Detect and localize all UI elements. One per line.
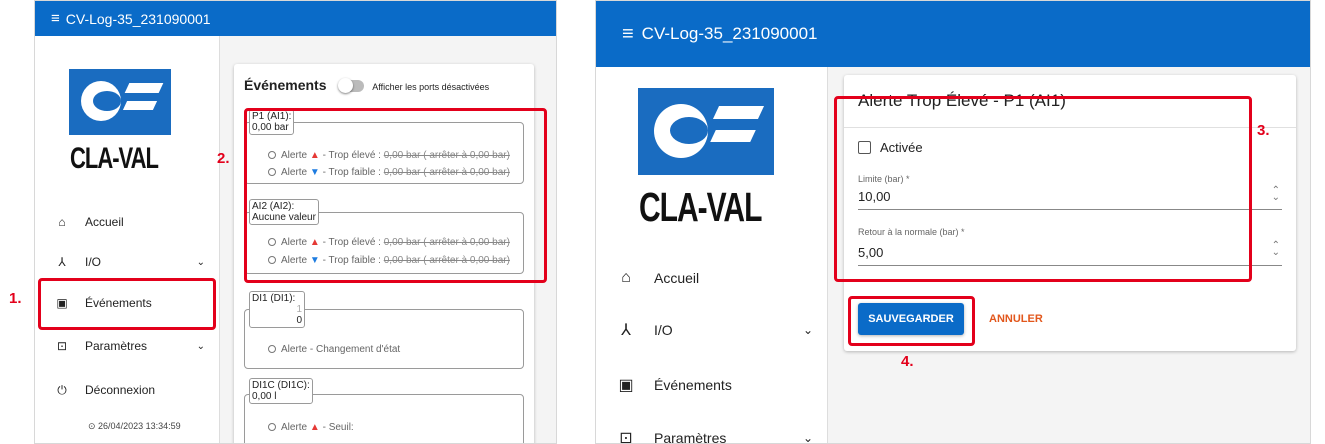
chevron-down-icon: ⌄ (802, 431, 813, 444)
sidebar-item-label: Paramètres (85, 339, 148, 353)
cancel-button[interactable]: ANNULER (989, 313, 1043, 325)
radio-button[interactable] (268, 256, 276, 264)
app-title: CV-Log-35_231090001 (641, 24, 818, 43)
right-screenshot: ≡ CV-Log-35_231090001 CLA-VAL ⌂ Accueil … (595, 0, 1311, 444)
sidebar-item-label: Paramètres (654, 430, 727, 444)
limit-input[interactable]: 10,00 (858, 189, 891, 204)
alert-edit-card: Alerte Trop Élevé - P1 (AI1) Activée Lim… (844, 75, 1296, 351)
arrow-up-icon: ▲ (309, 237, 320, 248)
alert-option[interactable]: Alerte ▲ - Trop élevé : 0,00 bar ( arrêt… (268, 150, 510, 161)
chevron-down-icon: ⌄ (196, 256, 205, 268)
sidebar-item-evenements[interactable]: ▣ Événements (596, 370, 827, 400)
sidebar-item-label: Événements (654, 377, 732, 393)
sidebar-item-parametres[interactable]: ⊡ Paramètres ⌄ (596, 423, 827, 444)
sidebar-item-parametres[interactable]: ⊡ Paramètres ⌄ (35, 332, 219, 360)
radio-button[interactable] (268, 423, 276, 431)
settings-icon: ⊡ (619, 430, 633, 444)
arrow-down-icon: ▼ (309, 167, 320, 178)
power-icon: ⏻ (57, 382, 67, 397)
cla-val-logo: CLA-VAL (638, 88, 798, 231)
radio-button[interactable] (268, 168, 276, 176)
toggle-label: Afficher les ports désactivées (372, 82, 490, 92)
enabled-checkbox-row[interactable]: Activée (858, 140, 923, 155)
calendar-icon: ▣ (56, 296, 68, 310)
sidebar: CLA-VAL ⌂ Accueil ⅄ I/O ⌄ ▣ Événements ⊡… (35, 36, 220, 443)
menu-icon[interactable]: ≡ (622, 23, 634, 46)
arrow-down-icon: ▼ (309, 255, 320, 266)
logo-wordmark: CLA-VAL (70, 141, 159, 175)
sidebar-item-label: Événements (85, 296, 152, 310)
sidebar-item-label: Accueil (85, 215, 124, 229)
arrow-up-icon: ▲ (309, 150, 320, 161)
radio-button[interactable] (268, 345, 276, 353)
sidebar-item-evenements[interactable]: ▣ Événements (35, 289, 219, 317)
app-bar: ≡ CV-Log-35_231090001 (596, 1, 1310, 67)
menu-icon[interactable]: ≡ (51, 10, 60, 27)
step-label-3: 3. (1257, 122, 1270, 139)
io-icon: ⅄ (58, 255, 66, 269)
sidebar-item-label: Accueil (654, 270, 700, 286)
chevron-down-icon: ⌄ (802, 323, 813, 337)
event-group-legend: DI1C (DI1C): 0,00 l (249, 378, 313, 404)
step-label-4: 4. (901, 353, 914, 370)
return-input-underline (858, 265, 1282, 266)
checkbox-label: Activée (880, 140, 923, 155)
radio-button[interactable] (268, 238, 276, 246)
sidebar-item-label: I/O (654, 322, 673, 338)
event-group-legend: AI2 (AI2): Aucune valeur (249, 199, 319, 225)
form-title: Alerte Trop Élevé - P1 (AI1) (858, 91, 1066, 110)
cla-val-logo: CLA-VAL (69, 69, 189, 179)
sidebar: CLA-VAL ⌂ Accueil ⅄ I/O ⌄ ▣ Événements ⊡… (596, 67, 828, 443)
event-group-legend: DI1 (DI1): 1 0 (249, 291, 305, 328)
sidebar-item-accueil[interactable]: ⌂ Accueil (35, 208, 219, 236)
alert-option[interactable]: Alerte ▲ - Trop élevé : 0,00 bar ( arrêt… (268, 237, 510, 248)
return-field-label: Retour à la normale (bar) * (858, 227, 965, 237)
sidebar-item-label: Déconnexion (85, 383, 156, 397)
sidebar-item-io[interactable]: ⅄ I/O ⌄ (35, 248, 219, 276)
sidebar-item-label: I/O (85, 255, 102, 269)
events-header: Événements Afficher les ports désactivée… (244, 77, 490, 94)
checkbox[interactable] (858, 141, 871, 154)
timestamp: ⊙ 26/04/2023 13:34:59 (88, 421, 181, 431)
return-input[interactable]: 5,00 (858, 245, 883, 260)
event-group-legend: P1 (AI1): 0,00 bar (249, 109, 295, 135)
home-icon: ⌂ (621, 269, 631, 286)
sidebar-item-deconnexion[interactable]: ⏻ Déconnexion (35, 376, 219, 404)
limit-field-label: Limite (bar) * (858, 174, 910, 184)
step-label-1: 1. (9, 290, 22, 307)
logo-wordmark: CLA-VAL (639, 186, 762, 231)
sidebar-item-accueil[interactable]: ⌂ Accueil (596, 263, 827, 293)
save-button[interactable]: SAUVEGARDER (858, 303, 964, 335)
chevron-down-icon: ⌄ (196, 340, 205, 352)
app-bar: ≡ CV-Log-35_231090001 (35, 1, 556, 36)
step-label-2: 2. (217, 150, 230, 167)
alert-option[interactable]: Alerte ▼ - Trop faible : 0,00 bar ( arrê… (268, 255, 510, 266)
home-icon: ⌂ (58, 215, 66, 229)
page-title: Événements (244, 77, 327, 93)
radio-button[interactable] (268, 151, 276, 159)
left-screenshot: ≡ CV-Log-35_231090001 CLA-VAL ⌂ Accueil … (34, 0, 557, 444)
limit-stepper-icon[interactable]: ⌃ ⌄ (1272, 186, 1280, 203)
show-disabled-toggle[interactable] (338, 78, 365, 94)
arrow-up-icon: ▲ (309, 422, 320, 433)
alert-option[interactable]: Alerte ▼ - Trop faible : 0,00 bar ( arrê… (268, 167, 510, 178)
calendar-icon: ▣ (618, 377, 634, 394)
sidebar-item-io[interactable]: ⅄ I/O ⌄ (596, 315, 827, 345)
events-card: Événements Afficher les ports désactivée… (234, 64, 534, 443)
main-content: Événements Afficher les ports désactivée… (220, 36, 556, 443)
alert-option[interactable]: Alerte ▲ - Seuil: (268, 422, 354, 433)
main-content: Alerte Trop Élevé - P1 (AI1) Activée Lim… (828, 67, 1310, 443)
limit-input-underline (858, 209, 1282, 210)
settings-icon: ⊡ (56, 339, 68, 353)
return-stepper-icon[interactable]: ⌃ ⌄ (1272, 241, 1280, 258)
io-icon: ⅄ (621, 322, 631, 339)
alert-option[interactable]: Alerte - Changement d'état (268, 344, 400, 355)
app-title: CV-Log-35_231090001 (65, 10, 211, 27)
